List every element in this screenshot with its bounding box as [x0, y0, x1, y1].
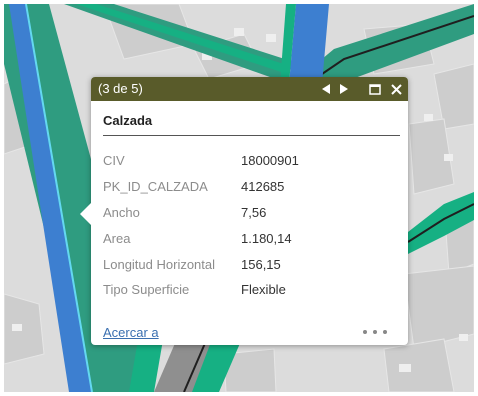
table-row: Area 1.180,14 [103, 225, 299, 251]
popup-header: (3 de 5) [91, 77, 408, 101]
table-row: Longitud Horizontal 156,15 [103, 251, 299, 277]
attribute-value: 1.180,14 [241, 230, 292, 246]
attribute-field: CIV [103, 153, 125, 169]
table-row: PK_ID_CALZADA 412685 [103, 174, 299, 200]
attribute-value: 7,56 [241, 204, 267, 220]
table-row: CIV 18000901 [103, 148, 299, 174]
feature-popup: (3 de 5) Calzada CIV 18000901 PK_ID_CALZ… [80, 77, 408, 345]
attribute-value: 18000901 [241, 153, 299, 169]
close-button[interactable] [387, 77, 405, 101]
attribute-value: Flexible [241, 282, 286, 298]
attribute-field: PK_ID_CALZADA [103, 179, 208, 195]
feature-count: (3 de 5) [98, 81, 143, 96]
road-blue-top [289, 4, 329, 84]
more-dots-icon [363, 330, 367, 334]
popup-pointer [80, 202, 92, 226]
triangle-left-icon [321, 84, 330, 94]
popup-title: Calzada [103, 113, 153, 128]
attribute-field: Ancho [103, 204, 140, 220]
table-row: Tipo Superficie Flexible [103, 277, 299, 303]
zoom-to-link[interactable]: Acercar a [103, 325, 159, 340]
attribute-field: Longitud Horizontal [103, 256, 216, 272]
more-dots-icon [373, 330, 377, 334]
attribute-value: 412685 [241, 179, 285, 195]
attribute-value: 156,15 [241, 256, 281, 272]
close-icon [390, 83, 402, 95]
title-divider [103, 135, 400, 136]
attribute-table: CIV 18000901 PK_ID_CALZADA 412685 Ancho … [103, 148, 299, 303]
attribute-field: Area [103, 230, 131, 246]
maximize-button[interactable] [366, 77, 384, 101]
more-actions-button[interactable] [363, 325, 387, 339]
next-feature-button[interactable] [335, 77, 353, 101]
table-row: Ancho 7,56 [103, 200, 299, 226]
maximize-icon [369, 83, 381, 95]
triangle-right-icon [339, 84, 348, 94]
attribute-field: Tipo Superficie [103, 282, 190, 298]
previous-feature-button[interactable] [317, 77, 335, 101]
more-dots-icon [383, 330, 387, 334]
